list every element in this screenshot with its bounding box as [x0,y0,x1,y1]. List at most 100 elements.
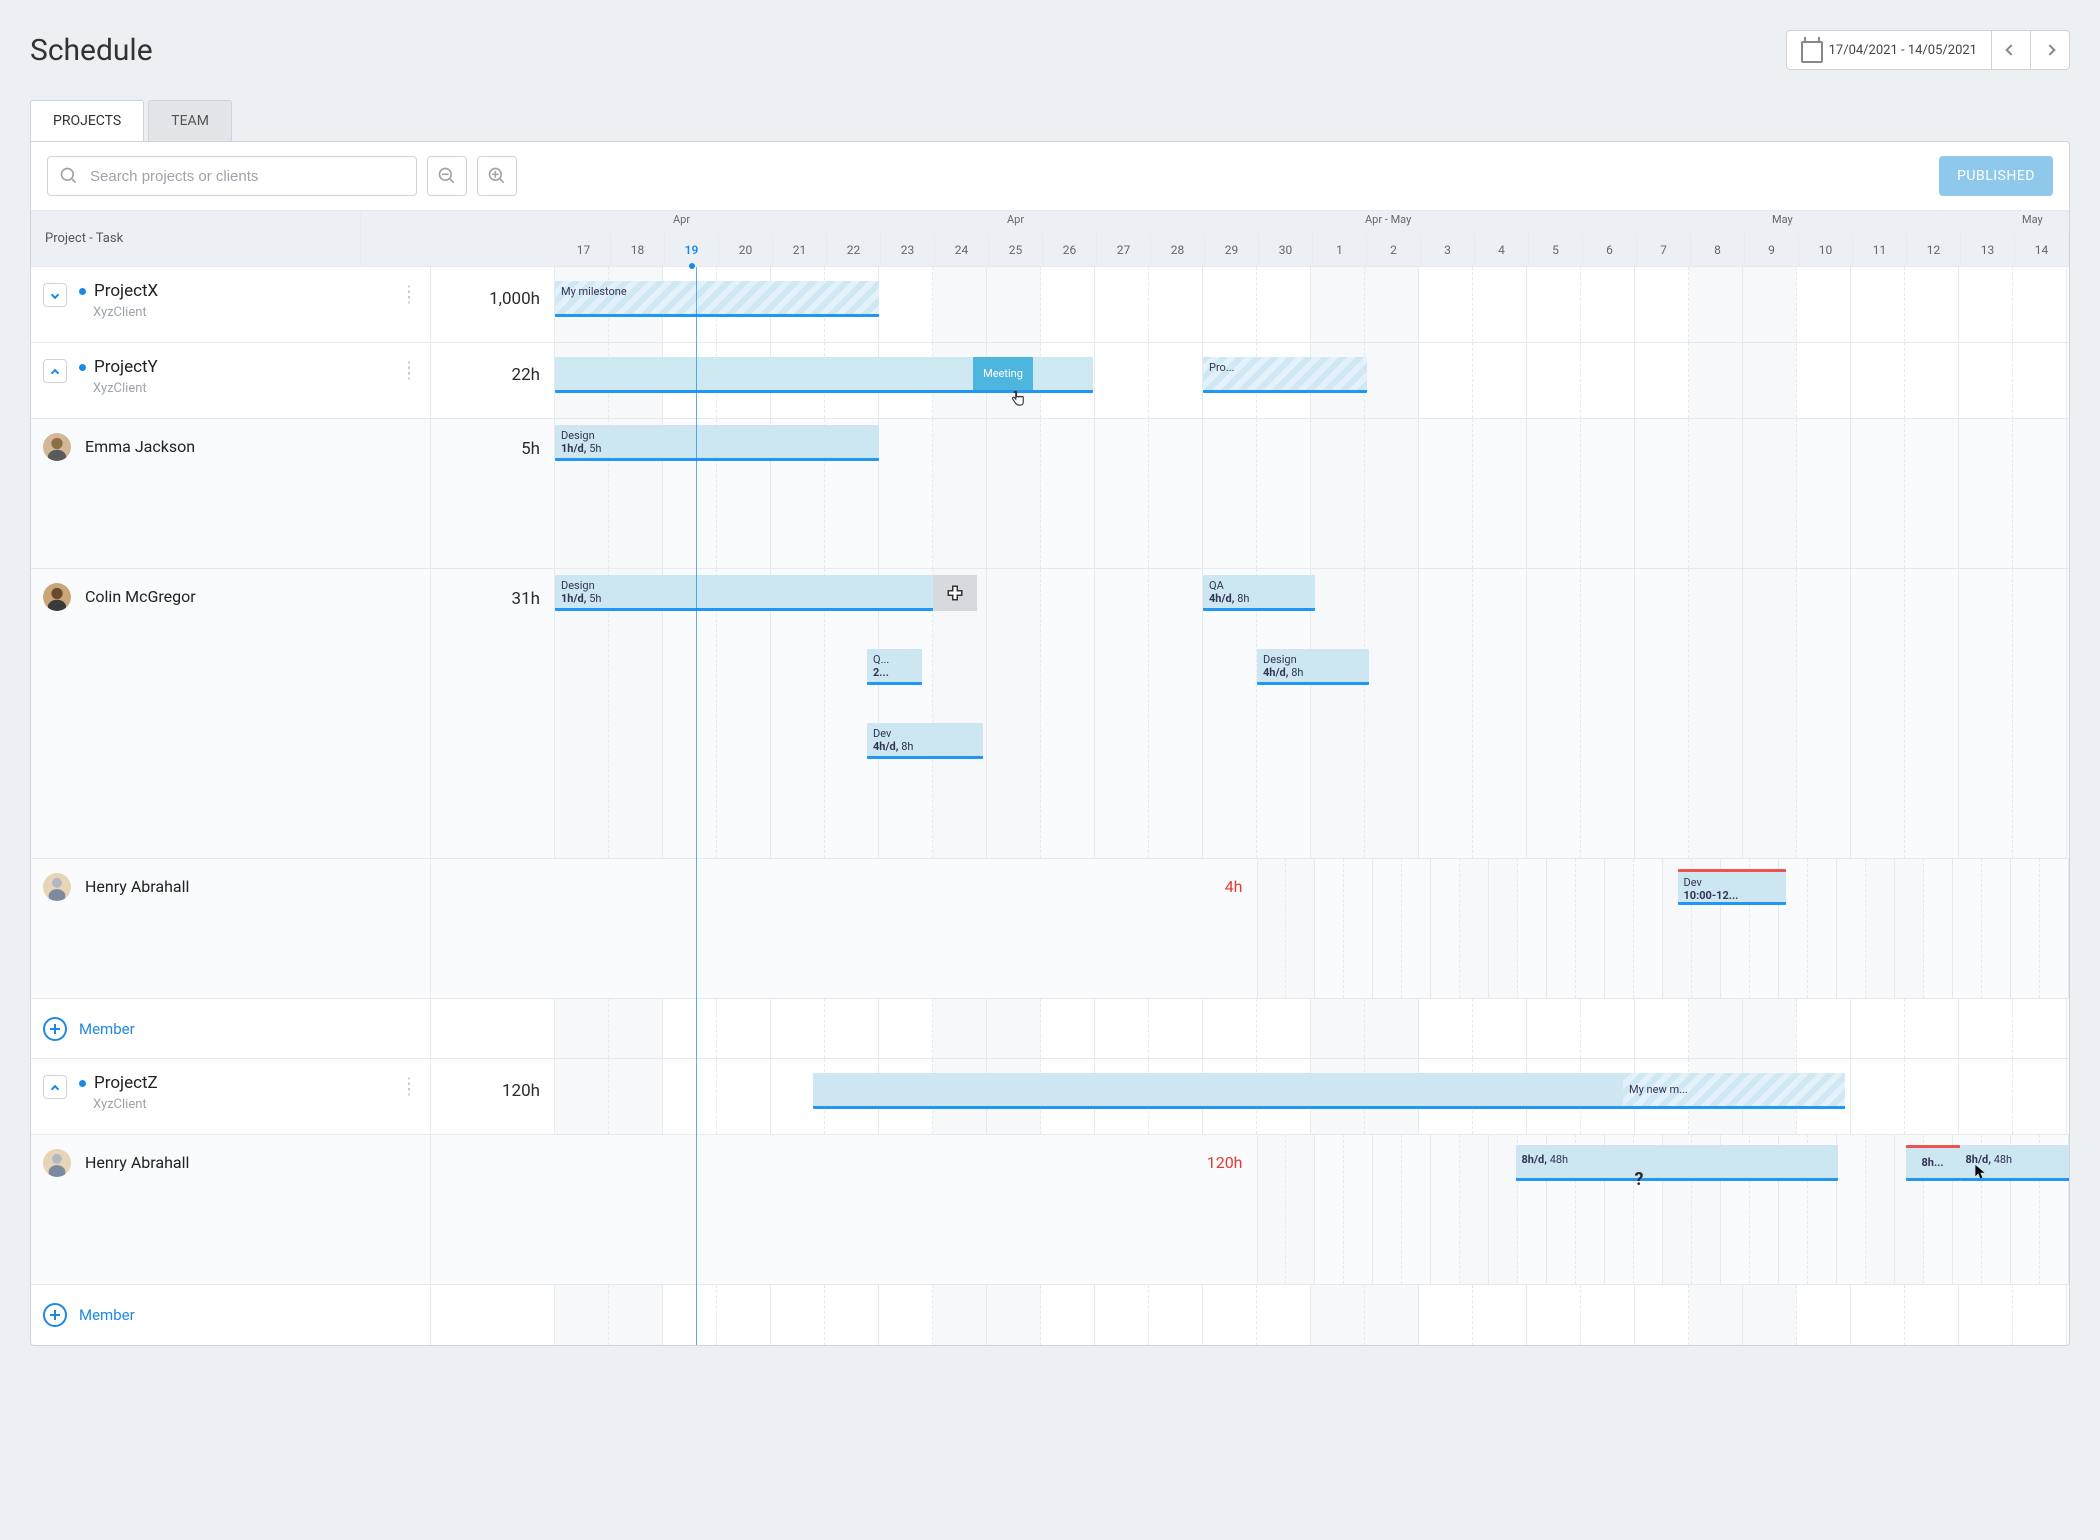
bar-colin-dev[interactable]: Dev 4h/d, 8h [867,723,983,759]
calendar-icon [1801,41,1819,59]
chevron-up-icon [51,368,59,376]
day-head-17: 17 [557,233,611,267]
day-head-8: 8 [1691,233,1745,267]
schedule-panel: PUBLISHED Project - Task Project - Task … [30,141,2070,1346]
bar-title: Dev [873,727,977,740]
chevron-right-icon [2044,44,2055,55]
bar-colin-design2[interactable]: Design 4h/d, 8h [1257,649,1369,685]
add-member-button[interactable]: Member [43,1303,135,1327]
day-head-18: 18 [611,233,665,267]
date-range-picker[interactable]: 17/04/2021 - 14/05/2021 [1786,30,1992,70]
chevron-left-icon [2005,44,2016,55]
zoom-out-button[interactable] [427,156,467,196]
day-head-30: 30 [1259,233,1313,267]
zoom-in-button[interactable] [477,156,517,196]
drag-handle-icon[interactable]: ⋮⋮ [401,1073,418,1091]
date-prev-button[interactable] [1991,30,2031,70]
project-name: ProjectX [94,281,158,301]
project-dot [79,1080,86,1087]
bar-sub-bold: 4h/d, [1209,592,1234,605]
member-name: Henry Abrahall [85,873,189,896]
assigned-colin: 31h [431,569,555,858]
bar-emma-design[interactable]: Design 1h/d, 5h [555,425,879,461]
day-head-6: 6 [1583,233,1637,267]
bar-colin-design[interactable]: Design 1h/d, 5h [555,575,933,611]
row-projectz: ProjectZ XyzClient ⋮⋮ 120h My new m... [31,1059,2069,1135]
bar-sub-bold: 4h/d, [1263,666,1288,679]
project-name: ProjectZ [94,1073,158,1093]
bar-title: Dev [1684,876,1780,889]
row-projectx: ProjectX XyzClient ⋮⋮ 1,000h My mileston… [31,267,2069,343]
avatar-colin [43,583,71,611]
row-projecty: ProjectY XyzClient ⋮⋮ 22h Meeting Pro... [31,343,2069,419]
bar-henry2-2[interactable]: 8h... [1906,1145,1960,1181]
bar-colin-q[interactable]: Q... 2... [867,649,922,685]
search-input[interactable] [47,156,417,196]
day-head-28: 28 [1151,233,1205,267]
bar-projectz-main[interactable] [813,1073,1625,1109]
toggle-projectx[interactable] [43,283,67,307]
bar-sub: 8h [1234,592,1249,605]
bar-sub-bold: 8h/d, [1966,1153,1991,1166]
add-task-slot[interactable] [933,575,977,611]
avatar-emma [43,433,71,461]
bar-henry-dev[interactable]: Dev 10:00-12... [1678,869,1786,905]
bar-milestone-projectx[interactable]: My milestone [555,281,879,317]
bar-title: Design [561,579,927,592]
toggle-projectz[interactable] [43,1075,67,1099]
bar-henry2-3[interactable]: 8h/d, 48h [1960,1145,2071,1181]
date-range-text: 17/04/2021 - 14/05/2021 [1829,43,1977,58]
day-head-29: 29 [1205,233,1259,267]
toggle-projecty[interactable] [43,359,67,383]
row-henry-2: Henry Abrahall 120h 8h/d, 48h 8h... 8h/d… [31,1135,2069,1285]
bar-sub-bold: 1h/d, [561,442,586,455]
day-head-20: 20 [719,233,773,267]
search-icon [59,166,79,186]
published-button[interactable]: PUBLISHED [1939,156,2053,196]
bar-projectz-mile[interactable]: My new m... [1623,1073,1845,1109]
chevron-up-icon [51,1084,59,1092]
add-member-button[interactable]: Member [43,1017,135,1041]
bar-sub-bold: 1h/d, [561,592,586,605]
bar-title: QA [1209,579,1309,592]
tab-team[interactable]: TEAM [148,100,232,141]
day-head-13: 13 [1961,233,2015,267]
avatar-henry [43,873,71,901]
project-dot [79,288,86,295]
month-label-apr-may: Apr - May [1365,213,1411,226]
bar-meeting[interactable]: Meeting [973,357,1033,393]
bar-title: Q... [873,653,916,666]
row-add-member-1: Member [31,999,2069,1059]
col-head-project-task: Project - Task [31,211,361,266]
day-head-7: 7 [1637,233,1691,267]
month-label-apr-1: Apr [673,213,690,226]
day-head-24: 24 [935,233,989,267]
day-head-10: 10 [1799,233,1853,267]
assigned-projecty: 22h [431,343,555,418]
drag-handle-icon[interactable]: ⋮⋮ [401,281,418,299]
day-head-23: 23 [881,233,935,267]
day-head-22: 22 [827,233,881,267]
bar-sub: 10:00-12... [1684,889,1780,902]
row-add-member-2: Member [31,1285,2069,1345]
tab-projects[interactable]: PROJECTS [30,100,144,141]
assigned-henry-2: 120h [431,1135,1258,1284]
bar-sub: 5h [586,592,601,605]
bar-sub: 48h [1991,1153,2012,1166]
page-title: Schedule [30,33,153,68]
member-name: Emma Jackson [85,433,195,456]
bar-sub: 48h [1547,1153,1568,1166]
month-label-may-2: May [2022,213,2043,226]
tabs: PROJECTS TEAM [30,100,2070,141]
day-head-11: 11 [1853,233,1907,267]
assigned-henry-1: 4h [431,859,1258,998]
bar-colin-qa[interactable]: QA 4h/d, 8h [1203,575,1315,611]
date-next-button[interactable] [2030,30,2070,70]
bar-sub: 5h [586,442,601,455]
drag-handle-icon[interactable]: ⋮⋮ [401,357,418,375]
bar-projecty-pro[interactable]: Pro... [1203,357,1367,393]
date-range-nav: 17/04/2021 - 14/05/2021 [1786,30,2070,70]
plus-circle-icon [43,1303,67,1327]
day-head-27: 27 [1097,233,1151,267]
bar-henry2-1[interactable]: 8h/d, 48h [1516,1145,1838,1181]
